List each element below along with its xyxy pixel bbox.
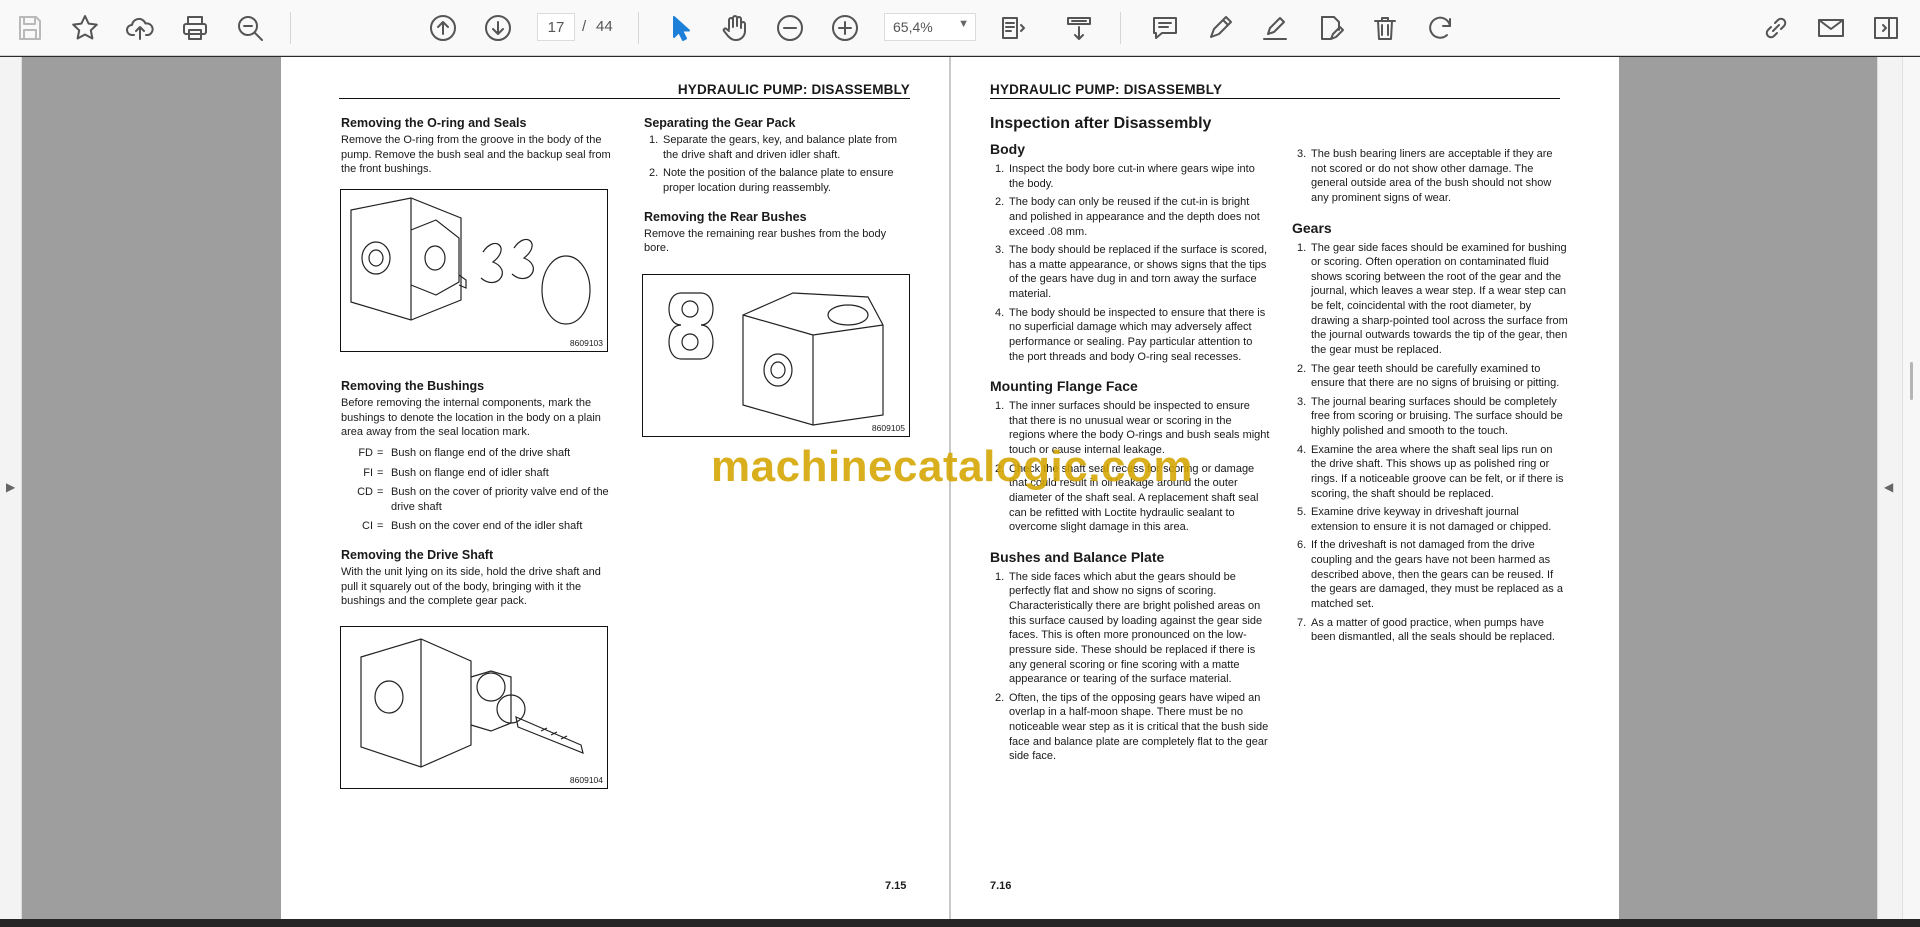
total-pages: 44 bbox=[596, 18, 613, 35]
drive-shaft-illustration bbox=[360, 638, 584, 768]
list-item: 3. The journal bearing surfaces should be… bbox=[1297, 395, 1563, 437]
list-item: 2. Check the shaft seal recess for scorin… bbox=[995, 462, 1259, 534]
list-item: 1. The side faces which abut the gears sh… bbox=[995, 570, 1263, 686]
abbreviation-row: FD = Bush on flange end of the drive shaft bbox=[358, 446, 571, 459]
section-title: Removing the Bushings bbox=[341, 379, 485, 393]
cloud-upload-icon[interactable] bbox=[122, 10, 158, 46]
abbreviation-row: CI = Bush on the cover end of the idler sh… bbox=[362, 520, 583, 533]
section-title: Gears bbox=[1292, 219, 1332, 236]
page-separator: / bbox=[582, 18, 587, 35]
list-item: 1. Inspect the body bore cut-in where gea… bbox=[995, 163, 1255, 190]
document-page-left: HYDRAULIC PUMP: DISASSEMBLY Removing the… bbox=[281, 57, 949, 919]
left-column-1b: Removing the Bushings Before removing th… bbox=[341, 379, 611, 625]
redo-icon[interactable] bbox=[1422, 10, 1458, 46]
section-title: Removing the Rear Bushes bbox=[644, 209, 807, 224]
section-text: With the unit lying on its side, hold th… bbox=[341, 566, 601, 608]
figure-code: 8609104 bbox=[569, 775, 603, 785]
zoom-out-icon[interactable] bbox=[772, 10, 808, 46]
zoom-level-value: 65,4% bbox=[893, 19, 933, 35]
list-item: 7. As a matter of good practice, when pum… bbox=[1297, 616, 1555, 644]
section-text: Remove the remaining rear bushes from th… bbox=[644, 227, 887, 255]
comment-icon[interactable] bbox=[1147, 10, 1183, 46]
figure-drive-shaft: 8609104 bbox=[340, 626, 608, 789]
previous-page-icon[interactable] bbox=[425, 10, 461, 46]
list-item: 3. The bush bearing liners are acceptable… bbox=[1297, 148, 1553, 204]
figure-code: 8609103 bbox=[569, 338, 603, 348]
zoom-in-icon[interactable] bbox=[827, 10, 863, 46]
numbered-list: 1. Inspect the body bore cut-in where gea… bbox=[990, 162, 1270, 364]
signature-icon[interactable] bbox=[1257, 10, 1293, 46]
list-item: 4. The body should be inspected to ensure… bbox=[995, 306, 1266, 363]
next-page-icon[interactable] bbox=[480, 10, 516, 46]
list-item: 5. Examine drive keyway in driveshaft jou… bbox=[1297, 506, 1552, 533]
numbered-list: 1. The gear side faces should be examined… bbox=[1292, 241, 1568, 645]
numbered-list: 3. The bush bearing liners are acceptable… bbox=[1292, 147, 1568, 206]
sidebar-toggle-icon[interactable] bbox=[1868, 10, 1904, 46]
print-icon[interactable] bbox=[177, 10, 213, 46]
select-cursor-icon[interactable] bbox=[662, 10, 698, 46]
chevron-right-icon: ▶ bbox=[6, 480, 16, 494]
pump-oring-illustration bbox=[350, 197, 591, 325]
section-title: Body bbox=[990, 141, 1025, 157]
delete-icon[interactable] bbox=[1367, 10, 1403, 46]
page-title: Inspection after Disassembly bbox=[990, 115, 1212, 132]
chevron-left-icon: ◀ bbox=[1884, 480, 1894, 494]
figure-rear-bushes: 8609105 bbox=[642, 274, 910, 437]
page-number: 7.15 bbox=[885, 880, 907, 892]
list-item: 2. The gear teeth should be carefully exa… bbox=[1297, 362, 1560, 390]
figure-oring-seals: 8609103 bbox=[340, 189, 608, 352]
numbered-list: 1. The side faces which abut the gears sh… bbox=[990, 570, 1270, 764]
scrollbar-thumb[interactable] bbox=[1910, 362, 1913, 400]
list-item: 2. The body can only be reused if the cut… bbox=[995, 196, 1260, 238]
left-column-1: Removing the O-ring and Seals Remove the… bbox=[341, 116, 611, 193]
section-text: Before removing the internal components,… bbox=[341, 397, 601, 439]
numbered-list: 1. Separate the gears, key, and balance p… bbox=[644, 133, 899, 196]
page-header: HYDRAULIC PUMP: DISASSEMBLY bbox=[990, 82, 1560, 99]
figure-code: 8609105 bbox=[871, 423, 905, 433]
page-fit-icon[interactable] bbox=[994, 10, 1030, 46]
abbreviation-row: CD = Bush on the cover of priority valve e… bbox=[357, 486, 609, 513]
zoom-search-icon[interactable] bbox=[232, 10, 268, 46]
section-title: Removing the Drive Shaft bbox=[341, 548, 494, 562]
edit-document-icon[interactable] bbox=[1312, 10, 1348, 46]
left-column-2: Separating the Gear Pack 1. Separate the … bbox=[644, 116, 899, 272]
section-title: Bushes and Balance Plate bbox=[990, 548, 1165, 565]
pen-icon[interactable] bbox=[1202, 10, 1238, 46]
list-item: 3. The body should be replaced if the sur… bbox=[995, 244, 1268, 300]
scroll-mode-icon[interactable] bbox=[1061, 10, 1097, 46]
right-panel-toggle[interactable]: ◀ bbox=[1877, 57, 1902, 919]
email-icon[interactable] bbox=[1813, 10, 1849, 46]
right-column-1: Inspection after Disassembly Body 1. Insp… bbox=[990, 115, 1270, 778]
link-edit-icon[interactable] bbox=[1758, 10, 1794, 46]
vertical-scrollbar[interactable] bbox=[1902, 57, 1920, 919]
save-icon[interactable] bbox=[12, 10, 48, 46]
section-title: Mounting Flange Face bbox=[990, 378, 1138, 395]
abbreviation-row: FI = Bush on flange end of idler shaft bbox=[363, 466, 549, 479]
section-title: Removing the O-ring and Seals bbox=[341, 116, 527, 130]
list-item: 1. Separate the gears, key, and balance p… bbox=[649, 134, 897, 161]
star-icon[interactable] bbox=[67, 10, 103, 46]
list-item: 1. The inner surfaces should be inspected… bbox=[995, 400, 1270, 456]
chevron-down-icon: ▼ bbox=[958, 18, 969, 30]
page-number-input[interactable] bbox=[537, 13, 575, 41]
list-item: 4. Examine the area where the shaft seal … bbox=[1297, 443, 1564, 500]
left-panel-toggle[interactable]: ▶ bbox=[0, 57, 22, 919]
section-title: Separating the Gear Pack bbox=[644, 116, 796, 130]
page-number: 7.16 bbox=[990, 880, 1012, 892]
list-item: 2. Note the position of the balance plate… bbox=[649, 167, 894, 194]
list-item: 6. If the driveshaft is not damaged from … bbox=[1297, 539, 1563, 610]
numbered-list: 1. The inner surfaces should be inspected… bbox=[990, 399, 1270, 535]
hand-tool-icon[interactable] bbox=[717, 10, 753, 46]
rear-bushes-illustration bbox=[668, 292, 884, 426]
toolbar: / 44 65,4% ▼ bbox=[0, 0, 1920, 56]
list-item: 2. Often, the tips of the opposing gears … bbox=[995, 691, 1269, 763]
document-page-right: HYDRAULIC PUMP: DISASSEMBLY Inspection a… bbox=[951, 57, 1619, 919]
list-item: 1. The gear side faces should be examined… bbox=[1297, 241, 1568, 356]
page-header: HYDRAULIC PUMP: DISASSEMBLY bbox=[339, 82, 910, 99]
zoom-level-select[interactable]: 65,4% ▼ bbox=[884, 13, 976, 41]
right-column-2: 3. The bush bearing liners are acceptable… bbox=[1292, 147, 1568, 659]
bottom-bar bbox=[0, 919, 1920, 927]
section-text: Remove the O-ring from the groove in the… bbox=[341, 134, 611, 176]
